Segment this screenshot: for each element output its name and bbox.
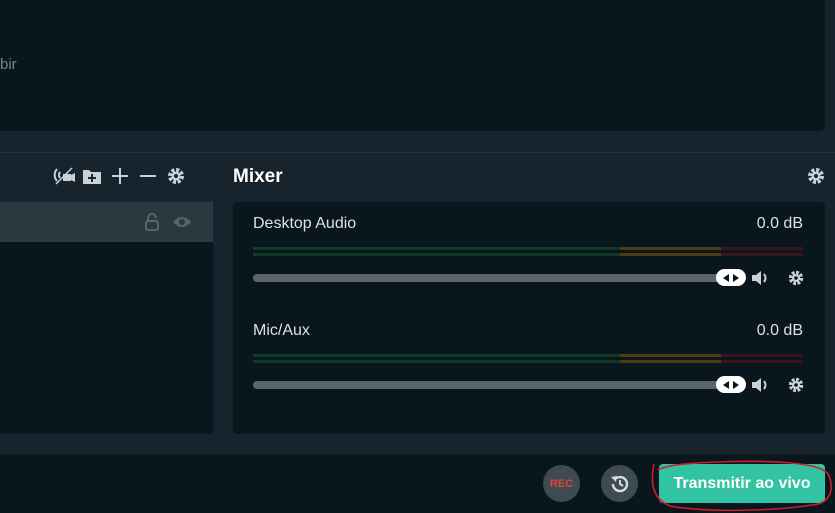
mixer-title: Mixer [233,166,283,187]
eye-icon[interactable] [172,212,192,232]
go-live-button[interactable]: Transmitir ao vivo [659,464,825,503]
section-divider [0,152,835,153]
speaker-icon[interactable] [750,267,772,289]
add-folder-icon[interactable] [78,163,106,189]
channel-db: 0.0 dB [756,322,803,339]
replay-icon [610,475,628,492]
channel-name: Desktop Audio [253,215,357,232]
channel-gear-icon[interactable] [785,374,807,396]
volume-slider-knob[interactable] [716,269,746,286]
stream-preview: bir [0,0,825,131]
studio-mode-icon[interactable] [50,163,78,189]
mixer-channel-desktop-audio: Desktop Audio 0.0 dB [253,215,804,315]
volume-slider-knob[interactable] [716,376,746,393]
minus-icon[interactable] [134,163,162,189]
channel-name: Mic/Aux [253,322,310,339]
volume-slider[interactable] [253,381,731,389]
mixer-settings-gear-icon[interactable] [805,165,827,187]
record-button[interactable]: REC [543,465,580,502]
gear-icon[interactable] [162,163,190,189]
volume-meter [253,247,803,257]
mixer-channel-mic-aux: Mic/Aux 0.0 dB [253,322,804,422]
lock-icon[interactable] [142,212,162,232]
scene-item[interactable] [0,202,213,242]
mixer-panel: Desktop Audio 0.0 dB Mic/Aux 0.0 dB [233,202,825,434]
channel-db: 0.0 dB [756,215,803,232]
plus-icon[interactable] [106,163,134,189]
replay-buffer-button[interactable] [601,465,638,502]
volume-meter [253,354,803,364]
speaker-icon[interactable] [750,374,772,396]
volume-slider[interactable] [253,274,731,282]
scenes-toolbar [50,163,190,189]
scenes-list [0,202,213,434]
channel-gear-icon[interactable] [785,267,807,289]
preview-text: bir [0,56,17,73]
